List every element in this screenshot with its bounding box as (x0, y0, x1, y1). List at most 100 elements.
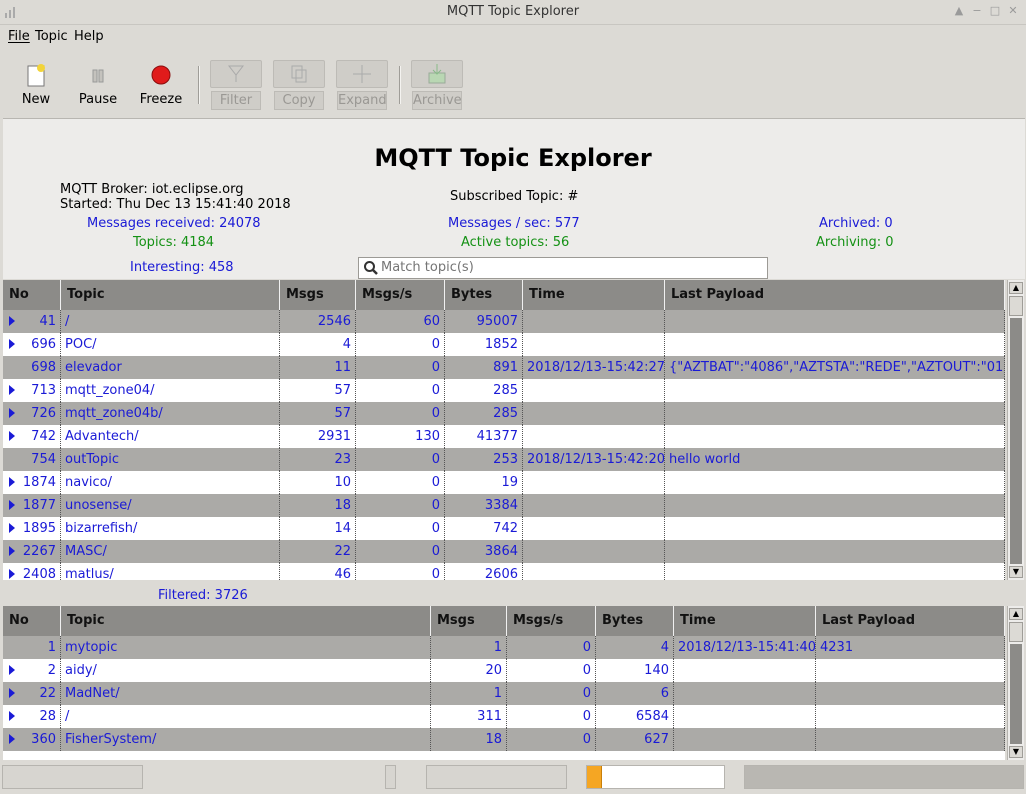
cell-bytes: 742 (445, 517, 523, 540)
scroll-trough[interactable] (1010, 318, 1022, 564)
filtered-table-scrollbar[interactable]: ▲ ▼ (1007, 606, 1024, 760)
copy-button[interactable]: Copy (269, 58, 329, 110)
table-row[interactable]: 28/311 0 6584 (3, 705, 1005, 728)
cell-rate: 0 (356, 356, 445, 379)
scroll-trough[interactable] (1010, 644, 1022, 744)
table-row[interactable]: 726 mqtt_zone04b/57 0 285 (3, 402, 1005, 425)
cell-payload (665, 333, 1005, 356)
table-row[interactable]: 696 POC/4 0 1852 (3, 333, 1005, 356)
table-row[interactable]: 1 mytopic 1 0 4 2018/12/13-15:41:40 4231 (3, 636, 1005, 659)
table-row[interactable]: 2 aidy/20 0 140 (3, 659, 1005, 682)
expand-arrow-icon[interactable] (9, 569, 15, 579)
table-row[interactable]: 713 mqtt_zone04/57 0 285 (3, 379, 1005, 402)
expand-arrow-icon[interactable] (9, 408, 15, 418)
table-row[interactable]: 1895 bizarrefish/14 0 742 (3, 517, 1005, 540)
column-header[interactable]: Bytes (596, 606, 674, 636)
freeze-button[interactable]: Freeze (131, 58, 191, 110)
expand-arrow-icon[interactable] (9, 431, 15, 441)
cell-bytes: 2606 (445, 563, 523, 580)
table-row[interactable]: 742 Advantech/2931 130 41377 (3, 425, 1005, 448)
scroll-down-arrow[interactable]: ▼ (1009, 746, 1023, 758)
pause-button[interactable]: Pause (68, 58, 128, 110)
expand-arrow-icon[interactable] (9, 734, 15, 744)
cell-topic: Advantech/ (61, 425, 280, 448)
cell-msgs: 1 (431, 682, 507, 705)
cell-bytes: 285 (445, 402, 523, 425)
cell-rate: 0 (356, 540, 445, 563)
cell-bytes: 95007 (445, 310, 523, 333)
expand-arrow-icon[interactable] (9, 500, 15, 510)
cell-bytes: 3864 (445, 540, 523, 563)
cell-rate: 0 (356, 402, 445, 425)
cell-time (523, 402, 665, 425)
column-header[interactable]: No (3, 280, 61, 310)
shade-icon[interactable]: ▲ (952, 4, 966, 18)
table-row[interactable]: 754 outTopic 23 0 253 2018/12/13-15:42:20 hell… (3, 448, 1005, 471)
cell-no: 754 (3, 448, 61, 471)
expand-arrow-icon[interactable] (9, 316, 15, 326)
expand-button[interactable]: Expand (332, 58, 392, 110)
table-row[interactable]: 698 elevador 11 0 891 2018/12/13-15:42:27 {"AZ… (3, 356, 1005, 379)
cell-msgs: 2931 (280, 425, 356, 448)
expand-arrow-icon[interactable] (9, 385, 15, 395)
table-row[interactable]: 2408 matlus/46 0 2606 (3, 563, 1005, 580)
column-header[interactable]: Time (674, 606, 816, 636)
column-header[interactable]: Msgs (431, 606, 507, 636)
table-row[interactable]: 1877 unosense/18 0 3384 (3, 494, 1005, 517)
scroll-up-arrow[interactable]: ▲ (1009, 282, 1023, 294)
expand-arrow-icon[interactable] (9, 711, 15, 721)
menu-topic[interactable]: Topic (35, 29, 68, 44)
column-header[interactable]: Msgs/s (507, 606, 596, 636)
scroll-thumb[interactable] (1009, 622, 1023, 642)
new-button[interactable]: New (6, 58, 66, 110)
table-row[interactable]: 22 MadNet/1 0 6 (3, 682, 1005, 705)
archive-button[interactable]: Archive (407, 58, 467, 110)
column-header[interactable]: Last Payload (665, 280, 1005, 310)
cell-msgs: 23 (280, 448, 356, 471)
cell-rate: 130 (356, 425, 445, 448)
scroll-up-arrow[interactable]: ▲ (1009, 608, 1023, 620)
topic-search-field[interactable] (358, 257, 768, 279)
filtered-table-header: No Topic Msgs Msgs/s Bytes Time Last Payload (3, 606, 1005, 636)
cell-time: 2018/12/13-15:42:27 (523, 356, 665, 379)
table-row[interactable]: 2267 MASC/22 0 3864 (3, 540, 1005, 563)
menu-help[interactable]: Help (74, 29, 104, 44)
column-header[interactable]: Msgs/s (356, 280, 445, 310)
table-row[interactable]: 41/2546 60 95007 (3, 310, 1005, 333)
cell-bytes: 891 (445, 356, 523, 379)
filter-button[interactable]: Filter (206, 58, 266, 110)
column-header[interactable]: Topic (61, 606, 431, 636)
new-label: New (21, 92, 51, 107)
expand-arrow-icon[interactable] (9, 523, 15, 533)
expand-arrow-icon[interactable] (9, 477, 15, 487)
cell-topic: elevador (61, 356, 280, 379)
topics-table-header: No Topic Msgs Msgs/s Bytes Time Last Payload (3, 280, 1005, 310)
minimize-icon[interactable]: − (970, 4, 984, 18)
column-header[interactable]: Last Payload (816, 606, 1005, 636)
table-row[interactable]: 360 FisherSystem/18 0 627 (3, 728, 1005, 751)
column-header[interactable]: Topic (61, 280, 280, 310)
cell-rate: 0 (356, 563, 445, 580)
expand-arrow-icon[interactable] (9, 546, 15, 556)
expand-arrow-icon[interactable] (9, 339, 15, 349)
search-input[interactable] (381, 259, 761, 275)
scroll-thumb[interactable] (1009, 296, 1023, 316)
progress-bar (586, 765, 725, 789)
expand-arrow-icon[interactable] (9, 688, 15, 698)
column-header[interactable]: No (3, 606, 61, 636)
topics-table-scrollbar[interactable]: ▲ ▼ (1007, 280, 1024, 580)
column-header[interactable]: Bytes (445, 280, 523, 310)
menu-file[interactable]: File (8, 29, 30, 44)
maximize-icon[interactable]: □ (988, 4, 1002, 18)
table-row[interactable]: 1874 navico/10 0 19 (3, 471, 1005, 494)
column-header[interactable]: Time (523, 280, 665, 310)
cell-bytes: 1852 (445, 333, 523, 356)
expand-arrow-icon[interactable] (9, 665, 15, 675)
cell-msgs: 311 (431, 705, 507, 728)
cell-no: 698 (3, 356, 61, 379)
column-header[interactable]: Msgs (280, 280, 356, 310)
cell-payload: hello world (665, 448, 1005, 471)
cell-bytes: 6584 (596, 705, 674, 728)
close-icon[interactable]: ✕ (1006, 4, 1020, 18)
scroll-down-arrow[interactable]: ▼ (1009, 566, 1023, 578)
